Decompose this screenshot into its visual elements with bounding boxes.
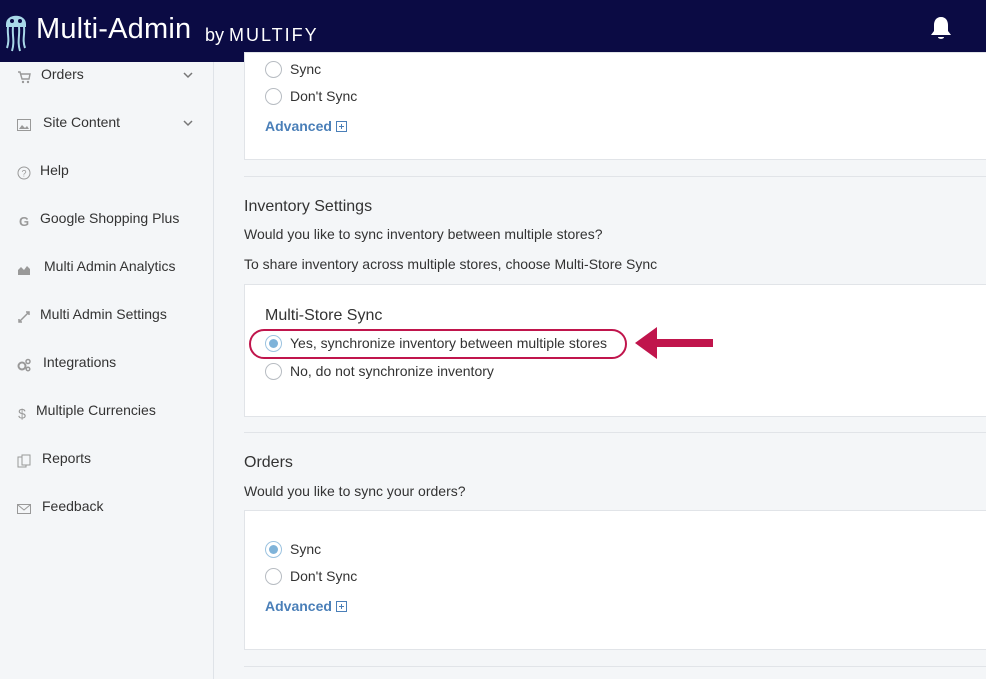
section-title-orders: Orders — [244, 454, 293, 471]
sidebar-item-label: Google Shopping Plus — [40, 210, 180, 226]
sidebar-item-help[interactable]: ? Help — [0, 154, 213, 194]
radio-button[interactable] — [265, 61, 282, 78]
area-chart-icon — [18, 266, 30, 275]
radio-label: Sync — [290, 61, 322, 77]
sidebar-item-label: Multi Admin Settings — [40, 306, 167, 322]
sidebar-item-multiple-currencies[interactable]: $ Multiple Currencies — [0, 394, 213, 434]
section-title-inventory: Inventory Settings — [244, 198, 373, 215]
orders-question: Would you like to sync your orders? — [244, 483, 466, 499]
sidebar-item-integrations[interactable]: Integrations — [0, 346, 213, 386]
google-icon: G — [19, 214, 29, 228]
radio-label: Don't Sync — [290, 568, 358, 584]
radio-button-checked[interactable] — [265, 541, 282, 558]
arrow-left-icon — [635, 327, 713, 359]
copy-icon — [17, 454, 31, 468]
envelope-icon — [17, 504, 31, 514]
plus-square-icon — [335, 601, 347, 612]
highlight-oval-annotation — [249, 329, 627, 359]
help-circle-icon: ? — [17, 166, 31, 180]
radio-label: Sync — [290, 541, 322, 557]
sidebar-item-google-shopping-plus[interactable]: G Google Shopping Plus — [0, 202, 213, 242]
sidebar-item-label: Orders — [41, 66, 84, 82]
inventory-hint: To share inventory across multiple store… — [244, 256, 658, 272]
plus-square-icon — [335, 121, 347, 132]
sidebar-item-feedback[interactable]: Feedback — [0, 490, 213, 530]
sidebar-item-multi-admin-settings[interactable]: Multi Admin Settings — [0, 298, 213, 338]
sidebar-item-label: Help — [40, 162, 69, 178]
app-title: Multi-Admin — [36, 13, 192, 45]
radio-label: Don't Sync — [290, 88, 358, 104]
bell-icon[interactable] — [929, 15, 953, 41]
radio-label: No, do not synchronize inventory — [290, 363, 494, 379]
sidebar: Orders Site Content ? Help G Google Shop… — [0, 62, 214, 679]
app-by-text: by — [205, 25, 225, 45]
radio-button[interactable] — [265, 363, 282, 380]
svg-text:?: ? — [21, 169, 26, 179]
advanced-label: Advanced — [265, 598, 332, 614]
cart-icon — [18, 71, 31, 84]
radio-button[interactable] — [265, 568, 282, 585]
sync-arrows-icon — [18, 311, 30, 323]
sidebar-item-site-content[interactable]: Site Content — [0, 106, 213, 146]
chevron-down-icon — [183, 72, 193, 79]
advanced-toggle[interactable]: Advanced — [265, 118, 347, 134]
sidebar-item-label: Feedback — [42, 498, 104, 514]
sidebar-item-reports[interactable]: Reports — [0, 442, 213, 482]
section-divider — [244, 666, 986, 667]
cogs-icon — [17, 358, 31, 372]
sidebar-item-label: Multiple Currencies — [36, 402, 156, 418]
orders-sync-card: Sync Don't Sync Advanced — [244, 510, 986, 650]
chevron-down-icon — [183, 120, 193, 127]
sidebar-item-label: Reports — [42, 450, 92, 466]
advanced-label: Advanced — [265, 118, 332, 134]
section-divider — [244, 432, 986, 433]
section-divider — [244, 176, 986, 177]
sidebar-item-label: Integrations — [43, 354, 117, 370]
sidebar-item-label: Multi Admin Analytics — [44, 258, 176, 274]
image-icon — [17, 119, 31, 131]
svg-text:G: G — [19, 214, 29, 228]
radio-button[interactable] — [265, 88, 282, 105]
sidebar-item-orders[interactable]: Orders — [0, 58, 213, 98]
card-title-multi-store-sync: Multi-Store Sync — [265, 307, 383, 324]
svg-text:$: $ — [18, 406, 26, 420]
jellyfish-logo-icon — [6, 15, 26, 52]
sidebar-item-label: Site Content — [43, 114, 121, 130]
dollar-icon: $ — [18, 406, 26, 420]
inventory-question: Would you like to sync inventory between… — [244, 226, 603, 242]
main-content: Sync Don't Sync Advanced Inventory Setti… — [214, 52, 986, 679]
sidebar-item-multi-admin-analytics[interactable]: Multi Admin Analytics — [0, 250, 213, 290]
sync-options-card: Sync Don't Sync Advanced — [244, 52, 986, 160]
advanced-toggle[interactable]: Advanced — [265, 598, 347, 614]
app-brand: MULTIFY — [229, 25, 319, 45]
